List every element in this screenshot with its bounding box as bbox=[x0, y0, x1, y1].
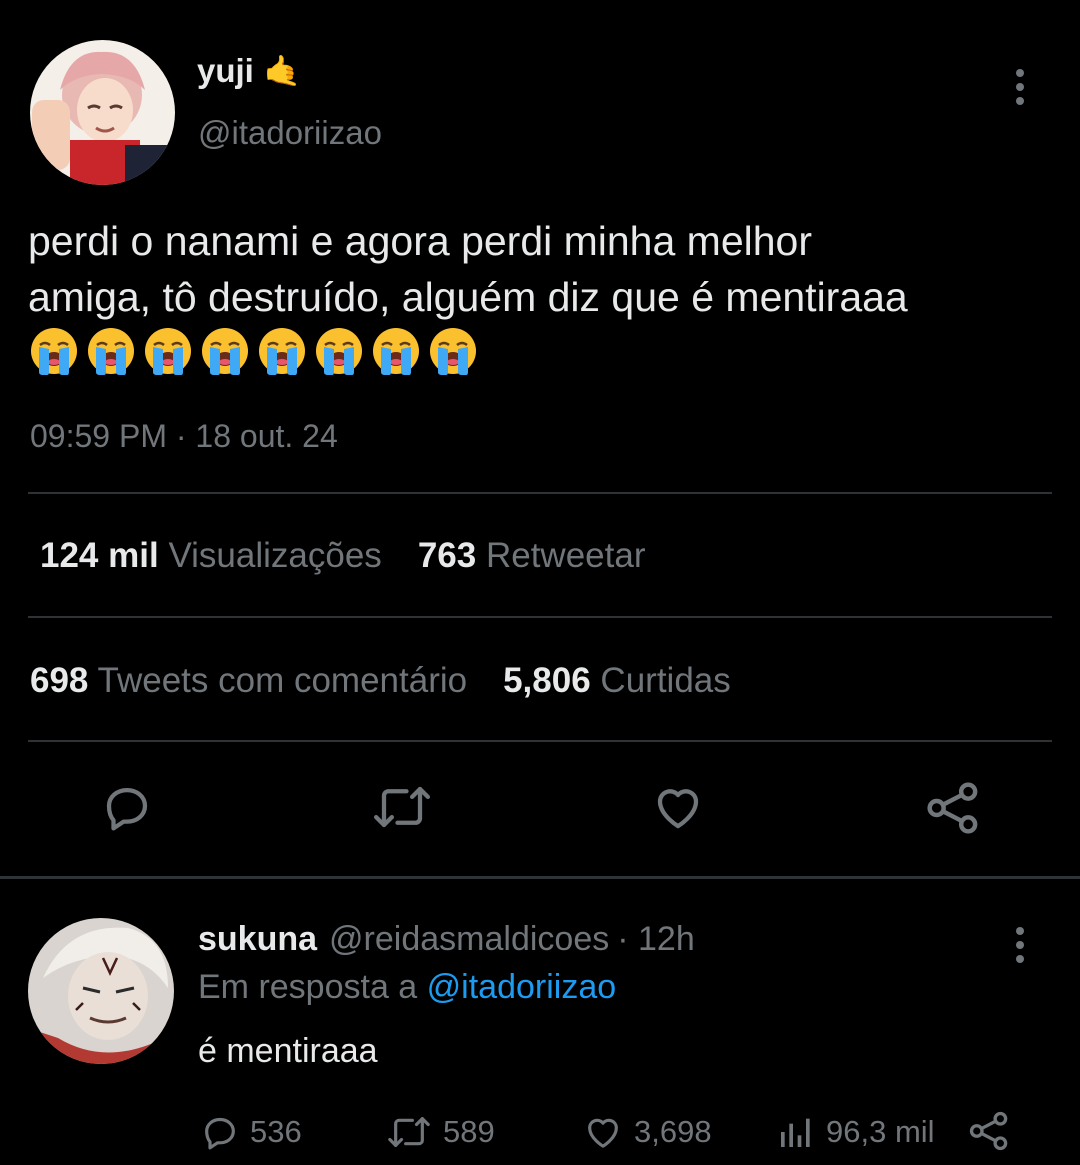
tweet-text: perdi o nanami e agora perdi minha melho… bbox=[28, 213, 1068, 325]
reply-icon bbox=[205, 1117, 235, 1150]
reply-retweets[interactable]: 589 bbox=[385, 1112, 495, 1152]
crying-emoji-row bbox=[28, 325, 479, 377]
reply-more-options-icon[interactable] bbox=[1015, 927, 1025, 969]
loudly-crying-face-emoji bbox=[31, 328, 77, 375]
loudly-crying-face-emoji bbox=[259, 328, 305, 375]
retweets-count: 763 bbox=[417, 536, 477, 575]
loudly-crying-face-emoji bbox=[202, 328, 248, 375]
timestamp[interactable]: 09:59 PM · 18 out. 24 bbox=[30, 418, 338, 455]
loudly-crying-face-emoji bbox=[373, 328, 419, 375]
reply-views-count: 96,3 mil bbox=[826, 1114, 935, 1149]
views-count: 124 mil bbox=[40, 536, 159, 575]
retweets-label: Retweetar bbox=[485, 536, 646, 575]
reply-views[interactable]: 96,3 mil bbox=[776, 1112, 935, 1152]
loudly-crying-face-emoji bbox=[316, 328, 362, 375]
reply-handle[interactable]: @reidasmaldicoes bbox=[329, 920, 609, 959]
reply-replies[interactable]: 536 bbox=[200, 1112, 302, 1152]
reply-text: é mentiraaa bbox=[198, 1032, 378, 1070]
in-reply-to-handle[interactable]: @itadoriizao bbox=[427, 968, 617, 1006]
more-options-icon[interactable] bbox=[1015, 69, 1025, 111]
divider bbox=[28, 740, 1052, 742]
avatar[interactable] bbox=[30, 40, 175, 185]
views-icon bbox=[781, 1118, 810, 1147]
likes-count: 5,806 bbox=[503, 661, 591, 700]
like-icon[interactable] bbox=[650, 780, 706, 834]
views-label: Visualizações bbox=[168, 536, 382, 575]
reply-icon[interactable] bbox=[100, 780, 154, 834]
quotes-count: 698 bbox=[30, 661, 89, 700]
divider bbox=[28, 492, 1052, 494]
reply-display-name[interactable]: sukuna bbox=[198, 920, 317, 959]
reply-time[interactable]: · 12h bbox=[617, 920, 695, 959]
loudly-crying-face-emoji bbox=[145, 328, 191, 375]
quotes-stat[interactable]: 698 Tweets com comentário bbox=[30, 661, 467, 701]
reply-retweets-count: 589 bbox=[443, 1114, 495, 1149]
handle[interactable]: @itadoriizao bbox=[198, 114, 382, 152]
retweets-stat[interactable]: 763 Retweetar bbox=[418, 536, 646, 576]
reply-likes-count: 3,698 bbox=[634, 1114, 712, 1149]
stats-row-2: 698 Tweets com comentário 5,806 Curtidas bbox=[30, 661, 731, 701]
in-reply-to-label: Em resposta a bbox=[198, 968, 418, 1006]
reply-share-icon[interactable] bbox=[968, 1110, 1010, 1152]
display-name[interactable]: yuji bbox=[197, 52, 254, 90]
section-divider bbox=[0, 876, 1080, 879]
quotes-label: Tweets com comentário bbox=[97, 661, 468, 700]
reply-replies-count: 536 bbox=[250, 1114, 302, 1149]
tweet-text-line-2: amiga, tô destruído, alguém diz que é me… bbox=[28, 274, 908, 320]
reply-likes[interactable]: 3,698 bbox=[582, 1112, 712, 1152]
retweet-icon bbox=[388, 1117, 430, 1147]
likes-stat[interactable]: 5,806 Curtidas bbox=[503, 661, 731, 701]
like-icon bbox=[588, 1118, 618, 1148]
likes-label: Curtidas bbox=[600, 661, 731, 700]
tweet-text-line-1: perdi o nanami e agora perdi minha melho… bbox=[28, 218, 813, 264]
loudly-crying-face-emoji bbox=[88, 328, 134, 375]
divider bbox=[28, 616, 1052, 618]
reply-avatar[interactable] bbox=[28, 918, 174, 1064]
retweet-icon[interactable] bbox=[370, 780, 434, 834]
share-icon[interactable] bbox=[925, 780, 981, 836]
call-me-hand-emoji: 🤙 bbox=[263, 54, 302, 88]
views-stat[interactable]: 124 mil Visualizações bbox=[40, 536, 382, 576]
stats-row-1: 124 mil Visualizações 763 Retweetar bbox=[40, 536, 645, 576]
loudly-crying-face-emoji bbox=[430, 328, 476, 375]
